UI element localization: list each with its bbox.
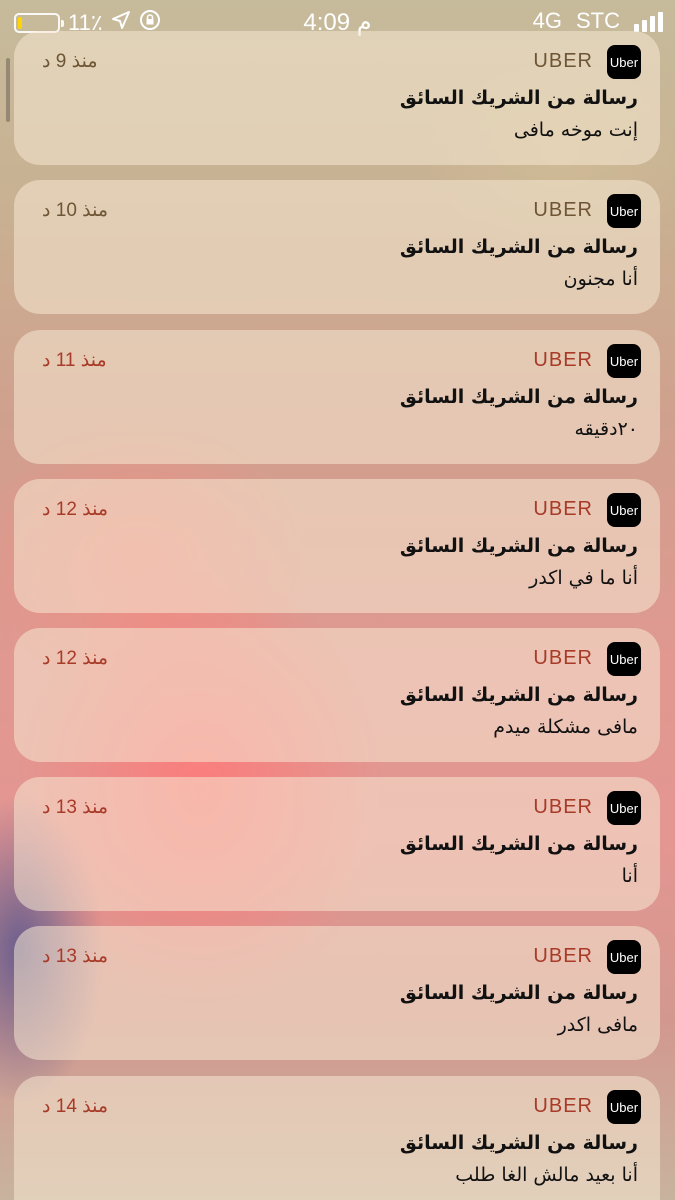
time-ago: منذ 13 د bbox=[42, 946, 109, 967]
uber-app-icon: Uber bbox=[607, 940, 641, 974]
signal-bars-icon bbox=[634, 10, 663, 32]
time-ago: منذ 9 د bbox=[42, 51, 98, 72]
notification-title: رسالة من الشريك السائق bbox=[399, 1132, 638, 1154]
notification-body: مافى اكدر bbox=[557, 1014, 638, 1036]
uber-app-icon: Uber bbox=[607, 642, 641, 676]
notification-title: رسالة من الشريك السائق bbox=[399, 386, 638, 408]
notification-body: مافى مشكلة ميدم bbox=[493, 716, 638, 738]
notification-body: ٢٠دقيقه bbox=[574, 418, 639, 440]
notification-title: رسالة من الشريك السائق bbox=[399, 982, 638, 1004]
notification-title: رسالة من الشريك السائق bbox=[399, 833, 638, 855]
app-name: UBER bbox=[533, 796, 593, 818]
notification-card[interactable]: Uber UBER منذ 14 د رسالة من الشريك السائ… bbox=[14, 1076, 660, 1200]
app-name: UBER bbox=[533, 498, 593, 520]
notification-card[interactable]: Uber UBER منذ 13 د رسالة من الشريك السائ… bbox=[14, 926, 660, 1060]
app-name: UBER bbox=[533, 199, 593, 221]
app-name: UBER bbox=[533, 1095, 593, 1117]
uber-app-icon: Uber bbox=[607, 194, 641, 228]
uber-app-icon: Uber bbox=[607, 344, 641, 378]
app-name: UBER bbox=[533, 647, 593, 669]
scroll-indicator[interactable] bbox=[6, 58, 10, 122]
time-ago: منذ 11 د bbox=[42, 350, 107, 371]
time-ago: منذ 10 د bbox=[42, 200, 109, 221]
time-ago: منذ 14 د bbox=[42, 1096, 109, 1117]
notification-title: رسالة من الشريك السائق bbox=[399, 684, 638, 706]
notification-card[interactable]: Uber UBER منذ 13 د رسالة من الشريك السائ… bbox=[14, 777, 660, 911]
uber-app-icon: Uber bbox=[607, 1090, 641, 1124]
notification-card[interactable]: Uber UBER منذ 12 د رسالة من الشريك السائ… bbox=[14, 479, 660, 613]
notification-title: رسالة من الشريك السائق bbox=[399, 236, 638, 258]
notification-body: إنت موخه مافى bbox=[513, 119, 638, 141]
app-name: UBER bbox=[533, 349, 593, 371]
uber-app-icon: Uber bbox=[607, 791, 641, 825]
notification-body: أنا bbox=[621, 865, 638, 887]
app-name: UBER bbox=[533, 945, 593, 967]
notification-title: رسالة من الشريك السائق bbox=[399, 535, 638, 557]
uber-app-icon: Uber bbox=[607, 45, 641, 79]
notification-title: رسالة من الشريك السائق bbox=[399, 87, 638, 109]
uber-app-icon: Uber bbox=[607, 493, 641, 527]
notification-body: أنا مجنون bbox=[563, 268, 638, 290]
time-ago: منذ 12 د bbox=[42, 499, 109, 520]
notification-card[interactable]: Uber UBER منذ 10 د رسالة من الشريك السائ… bbox=[14, 180, 660, 314]
notification-body: أنا ما في اكدر bbox=[529, 567, 638, 589]
notification-card[interactable]: Uber UBER منذ 9 د رسالة من الشريك السائق… bbox=[14, 31, 660, 165]
app-name: UBER bbox=[533, 50, 593, 72]
time-ago: منذ 13 د bbox=[42, 797, 109, 818]
notification-card[interactable]: Uber UBER منذ 12 د رسالة من الشريك السائ… bbox=[14, 628, 660, 762]
notification-card[interactable]: Uber UBER منذ 11 د رسالة من الشريك السائ… bbox=[14, 330, 660, 464]
notification-body: أنا بعيد مالش الغا طلب bbox=[455, 1164, 638, 1186]
time-ago: منذ 12 د bbox=[42, 648, 109, 669]
